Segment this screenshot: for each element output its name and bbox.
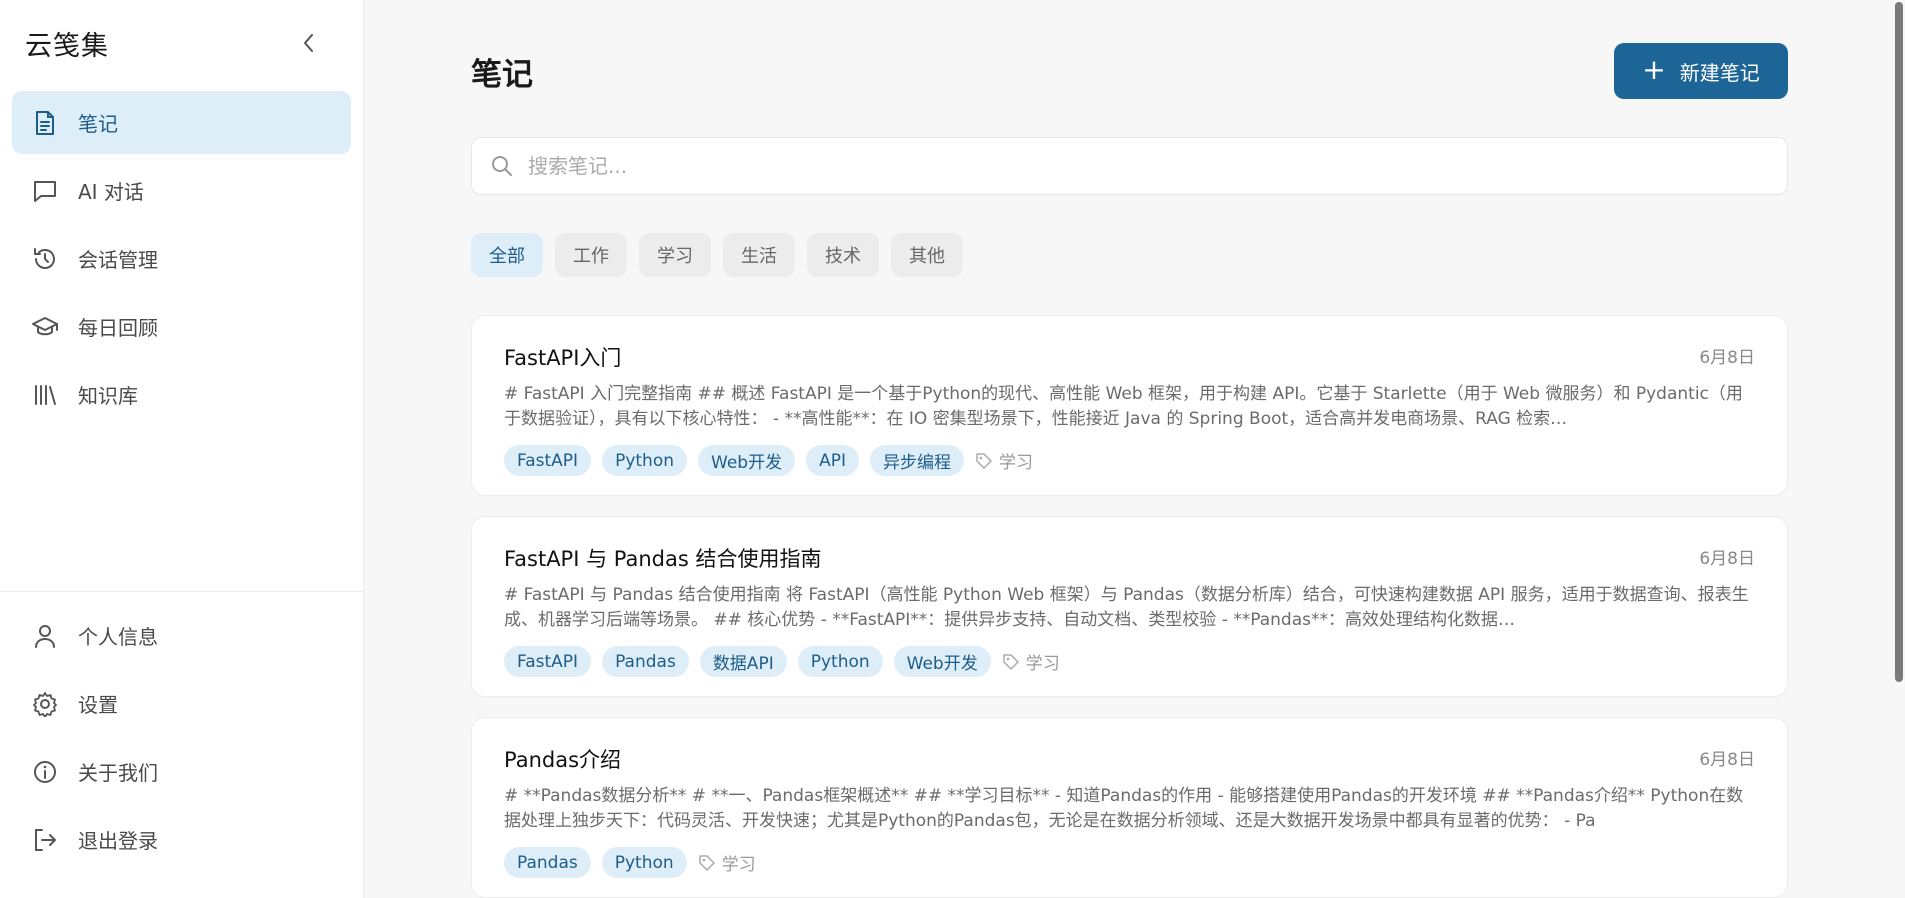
sidebar-item-ai-chat[interactable]: AI 对话 <box>12 159 351 222</box>
note-tag[interactable]: FastAPI <box>504 445 592 476</box>
sidebar-item-notes[interactable]: 笔记 <box>12 91 351 154</box>
note-tag[interactable]: Web开发 <box>893 646 991 677</box>
note-tags: FastAPI Python Web开发 API 异步编程 学习 <box>504 445 1755 476</box>
sidebar: 云笺集 笔记 AI 对话 会话管理 每日回顾 知识库 个人信息 设置 关于我们 … <box>0 0 364 898</box>
sidebar-item-daily-review[interactable]: 每日回顾 <box>12 295 351 358</box>
note-card[interactable]: FastAPI 与 Pandas 结合使用指南 6月8日 # FastAPI 与… <box>471 516 1788 697</box>
note-tag[interactable]: FastAPI <box>504 646 592 677</box>
note-date: 6月8日 <box>1699 348 1755 368</box>
page-header: 笔记 + 新建笔记 <box>471 0 1788 142</box>
tag-icon <box>698 854 715 871</box>
library-icon <box>30 380 60 410</box>
search-bar <box>471 137 1788 195</box>
note-title: FastAPI入门 <box>504 346 622 370</box>
sidebar-item-about[interactable]: 关于我们 <box>12 740 351 803</box>
logout-icon <box>30 825 60 855</box>
vertical-scrollbar[interactable] <box>1891 0 1905 898</box>
sidebar-item-knowledge-base[interactable]: 知识库 <box>12 363 351 426</box>
plus-icon: + <box>1642 52 1666 86</box>
graduation-cap-icon <box>30 312 60 342</box>
note-tag[interactable]: Web开发 <box>698 445 796 476</box>
note-card[interactable]: Pandas介绍 6月8日 # **Pandas数据分析** # **一、Pan… <box>471 717 1788 898</box>
filter-all[interactable]: 全部 <box>471 233 543 277</box>
tag-icon <box>976 452 992 469</box>
notes-page: 笔记 + 新建笔记 全部 工作 学习 生活 技术 其他 <box>471 0 1788 898</box>
note-category: 学习 <box>975 448 1033 473</box>
tag-icon <box>1002 653 1019 670</box>
app-window: 云笺集 笔记 AI 对话 会话管理 每日回顾 知识库 个人信息 设置 关于我们 … <box>0 0 1905 898</box>
note-date: 6月8日 <box>1699 549 1755 569</box>
note-tag[interactable]: Python <box>602 445 687 476</box>
sidebar-item-label: 设置 <box>78 693 118 717</box>
note-excerpt: # FastAPI 与 Pandas 结合使用指南 将 FastAPI（高性能 … <box>504 585 1749 630</box>
sidebar-item-label: 每日回顾 <box>78 316 158 340</box>
filter-study[interactable]: 学习 <box>639 233 711 277</box>
sidebar-item-label: 知识库 <box>78 384 138 408</box>
sidebar-item-label: 笔记 <box>78 112 118 136</box>
sidebar-item-profile[interactable]: 个人信息 <box>12 604 351 667</box>
note-tags: Pandas Python 学习 <box>504 847 1755 878</box>
note-date: 6月8日 <box>1699 750 1755 770</box>
note-title: FastAPI 与 Pandas 结合使用指南 <box>504 547 822 571</box>
note-tag[interactable]: Pandas <box>602 646 689 677</box>
filter-work[interactable]: 工作 <box>555 233 627 277</box>
sidebar-bottom-nav: 个人信息 设置 关于我们 退出登录 <box>0 591 363 876</box>
sidebar-item-label: 关于我们 <box>78 761 158 785</box>
sidebar-item-label: AI 对话 <box>78 180 144 204</box>
search-icon <box>492 156 512 176</box>
chevron-left-icon <box>304 34 313 52</box>
sidebar-nav: 笔记 AI 对话 会话管理 每日回顾 知识库 <box>0 86 363 436</box>
gear-icon <box>30 689 60 719</box>
sidebar-item-settings[interactable]: 设置 <box>12 672 351 735</box>
page-title: 笔记 <box>471 56 533 93</box>
note-tag[interactable]: API <box>806 445 859 476</box>
note-tag[interactable]: Python <box>797 646 883 677</box>
sidebar-item-label: 会话管理 <box>78 248 158 272</box>
search-input[interactable] <box>528 154 1787 178</box>
app-title: 云笺集 <box>25 30 109 62</box>
sidebar-item-label: 个人信息 <box>78 625 158 649</box>
filter-life[interactable]: 生活 <box>723 233 795 277</box>
new-note-button[interactable]: + 新建笔记 <box>1614 43 1788 99</box>
main-content: 笔记 + 新建笔记 全部 工作 学习 生活 技术 其他 <box>364 0 1905 898</box>
note-tag[interactable]: 数据API <box>699 646 787 677</box>
brand-header: 云笺集 <box>0 0 363 86</box>
note-excerpt: # **Pandas数据分析** # **一、Pandas框架概述** ## *… <box>504 786 1744 831</box>
sidebar-item-label: 退出登录 <box>78 829 158 853</box>
info-icon <box>30 757 60 787</box>
sidebar-item-sessions[interactable]: 会话管理 <box>12 227 351 290</box>
scrollbar-thumb[interactable] <box>1895 2 1903 682</box>
note-card[interactable]: FastAPI入门 6月8日 # FastAPI 入门完整指南 ## 概述 Fa… <box>471 315 1788 496</box>
filter-tech[interactable]: 技术 <box>807 233 879 277</box>
note-excerpt: # FastAPI 入门完整指南 ## 概述 FastAPI 是一个基于Pyth… <box>504 384 1743 429</box>
note-tags: FastAPI Pandas 数据API Python Web开发 学习 <box>504 646 1755 677</box>
notes-list: FastAPI入门 6月8日 # FastAPI 入门完整指南 ## 概述 Fa… <box>471 315 1788 898</box>
filter-other[interactable]: 其他 <box>891 233 963 277</box>
new-note-label: 新建笔记 <box>1679 60 1760 85</box>
note-title: Pandas介绍 <box>504 748 622 772</box>
chat-icon <box>30 176 60 206</box>
note-category: 学习 <box>698 850 756 875</box>
note-tag[interactable]: Python <box>601 847 687 878</box>
file-text-icon <box>30 108 60 138</box>
note-category: 学习 <box>1002 649 1060 674</box>
note-category-label: 学习 <box>998 453 1033 473</box>
history-icon <box>30 244 60 274</box>
collapse-sidebar-button[interactable] <box>295 29 323 57</box>
category-filters: 全部 工作 学习 生活 技术 其他 <box>471 233 1788 277</box>
note-category-label: 学习 <box>721 855 756 875</box>
note-tag[interactable]: Pandas <box>504 847 591 878</box>
note-category-label: 学习 <box>1025 654 1060 674</box>
user-icon <box>30 621 60 651</box>
sidebar-item-logout[interactable]: 退出登录 <box>12 808 351 871</box>
note-tag[interactable]: 异步编程 <box>869 445 964 476</box>
